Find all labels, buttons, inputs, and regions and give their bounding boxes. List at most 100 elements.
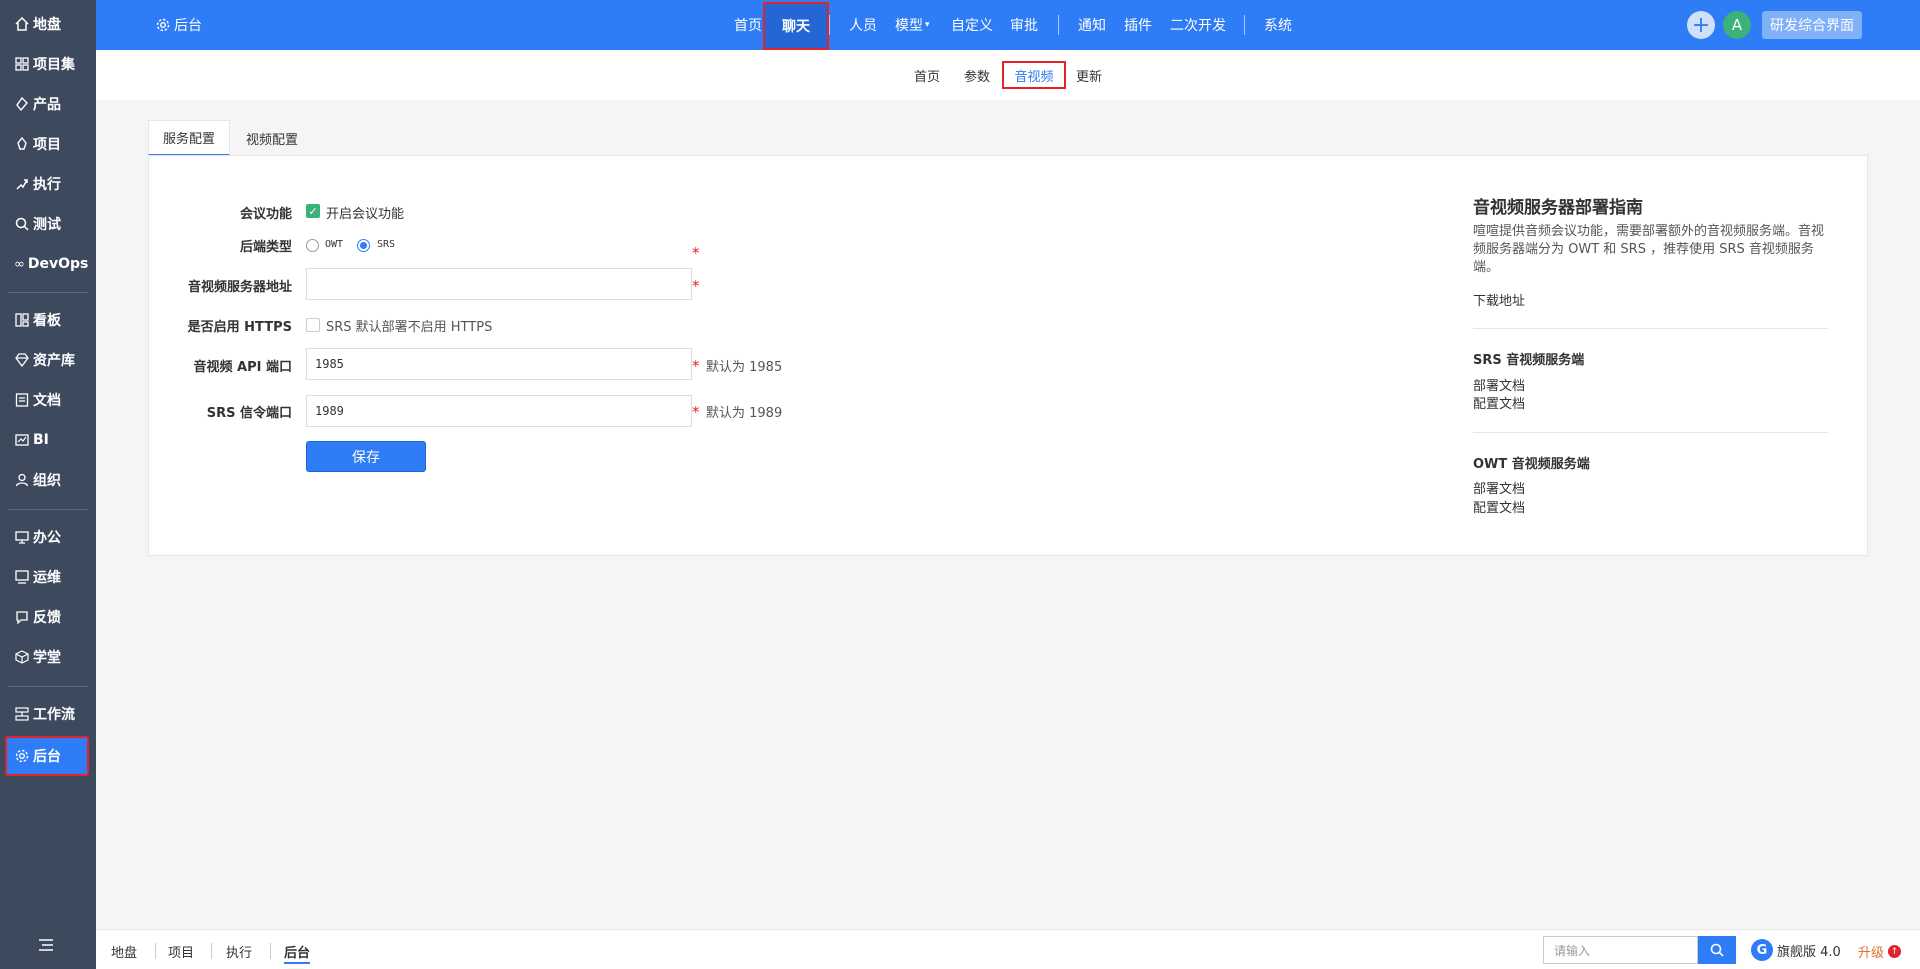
owt-heading: OWT 音视频服务端 bbox=[1473, 457, 1590, 472]
https-checkbox[interactable] bbox=[306, 318, 320, 332]
project-icon bbox=[14, 136, 30, 152]
sidebar-item-devops[interactable]: ∞ DevOps bbox=[6, 247, 88, 281]
search-input[interactable]: 请输入 bbox=[1543, 936, 1698, 964]
sidebar-divider bbox=[8, 292, 88, 293]
sidebar-divider bbox=[8, 509, 88, 510]
sidebar-item-org[interactable]: 组织 bbox=[6, 463, 88, 497]
srs-heading: SRS 音视频服务端 bbox=[1473, 353, 1585, 368]
bottom-bar: 地盘 项目 执行 后台 请输入 G 旗舰版 4.0 升级 ↑ bbox=[96, 929, 1920, 969]
sidebar-item-dashboard[interactable]: 地盘 bbox=[6, 7, 88, 41]
subnav-updates[interactable]: 更新 bbox=[1076, 66, 1102, 85]
upgrade-link[interactable]: 升级 ↑ bbox=[1858, 942, 1902, 961]
breadcrumb-dashboard[interactable]: 地盘 bbox=[111, 942, 137, 961]
product-icon bbox=[14, 96, 30, 112]
required-mark: * bbox=[692, 403, 700, 421]
backend-option-owt: OWT bbox=[325, 239, 344, 250]
guide-divider bbox=[1473, 328, 1828, 329]
diamond-icon bbox=[14, 352, 30, 368]
search-icon bbox=[1710, 943, 1724, 957]
nav-divider bbox=[1244, 15, 1245, 35]
meeting-label: 会议功能 bbox=[239, 207, 292, 222]
backend-radio-srs[interactable] bbox=[357, 239, 370, 252]
nav-plugins[interactable]: 插件 bbox=[1124, 0, 1152, 50]
sidebar-item-product[interactable]: 产品 bbox=[6, 87, 88, 121]
sidebar: 地盘 项目集 产品 项目 执行 测试 ∞ DevOps 看板 资产库 文档 BI … bbox=[0, 0, 96, 969]
api-port-input[interactable]: 1985 bbox=[306, 348, 692, 380]
chevron-down-icon: ▾ bbox=[925, 20, 930, 30]
sidebar-item-kanban[interactable]: 看板 bbox=[6, 303, 88, 337]
infinity-icon: ∞ bbox=[14, 256, 25, 272]
meeting-checkbox[interactable]: ✓ bbox=[306, 204, 320, 218]
api-port-hint: 默认为 1985 bbox=[706, 360, 783, 375]
sidebar-item-docs[interactable]: 文档 bbox=[6, 383, 88, 417]
guide-title: 音视频服务器部署指南 bbox=[1473, 198, 1643, 218]
sidebar-item-project[interactable]: 项目 bbox=[6, 127, 88, 161]
sidebar-item-feedback[interactable]: 反馈 bbox=[6, 600, 88, 634]
nav-custom[interactable]: 自定义 bbox=[951, 0, 993, 50]
avatar[interactable]: A bbox=[1723, 11, 1751, 39]
required-mark: * bbox=[692, 357, 700, 375]
breadcrumb-divider bbox=[270, 943, 271, 959]
tab-video-config[interactable]: 视频配置 bbox=[236, 120, 308, 156]
breadcrumb-admin[interactable]: 后台 bbox=[284, 942, 311, 964]
nav-notify[interactable]: 通知 bbox=[1078, 0, 1106, 50]
ops-icon bbox=[14, 569, 30, 585]
server-address-input[interactable] bbox=[306, 268, 692, 300]
search-button[interactable] bbox=[1698, 936, 1736, 964]
home-icon bbox=[14, 16, 30, 32]
https-checkbox-text: SRS 默认部署不启用 HTTPS bbox=[326, 320, 493, 335]
subnav-home[interactable]: 首页 bbox=[914, 66, 940, 85]
sidebar-item-bi[interactable]: BI bbox=[6, 423, 88, 457]
sidebar-item-test[interactable]: 测试 bbox=[6, 207, 88, 241]
nav-divider bbox=[1058, 15, 1059, 35]
sidebar-item-workflow[interactable]: 工作流 bbox=[6, 697, 88, 731]
plus-icon[interactable]: + bbox=[1687, 11, 1715, 39]
edition-badge[interactable]: G 旗舰版 4.0 bbox=[1751, 939, 1841, 961]
breadcrumb-divider bbox=[211, 943, 212, 959]
nav-approval[interactable]: 审批 bbox=[1010, 0, 1038, 50]
rd-interface-button[interactable]: 研发综合界面 bbox=[1762, 11, 1862, 39]
chart-icon bbox=[14, 432, 30, 448]
subnav-params[interactable]: 参数 bbox=[964, 66, 990, 85]
owt-config-doc-link[interactable]: 配置文档 bbox=[1473, 497, 1525, 516]
sidebar-item-assets[interactable]: 资产库 bbox=[6, 343, 88, 377]
sidebar-divider bbox=[8, 686, 88, 687]
srs-port-input[interactable]: 1989 bbox=[306, 395, 692, 427]
breadcrumb-execution[interactable]: 执行 bbox=[226, 942, 252, 961]
people-icon bbox=[14, 472, 30, 488]
sidebar-item-admin[interactable]: 后台 bbox=[5, 736, 89, 776]
download-link[interactable]: 下载地址 bbox=[1473, 290, 1525, 309]
backend-label: 后端类型 bbox=[239, 240, 292, 255]
sidebar-item-office[interactable]: 办公 bbox=[6, 520, 88, 554]
nav-system[interactable]: 系统 bbox=[1264, 0, 1292, 50]
sidebar-item-academy[interactable]: 学堂 bbox=[6, 640, 88, 674]
nav-secondary-dev[interactable]: 二次开发 bbox=[1170, 0, 1226, 50]
gear-icon bbox=[156, 18, 170, 32]
backend-radio-owt[interactable] bbox=[306, 239, 319, 252]
guide-divider bbox=[1473, 432, 1828, 433]
srs-port-hint: 默认为 1989 bbox=[706, 406, 783, 421]
nav-model[interactable]: 模型 ▾ bbox=[895, 0, 930, 50]
save-button[interactable]: 保存 bbox=[306, 441, 426, 472]
nav-divider bbox=[829, 15, 830, 35]
nav-home[interactable]: 首页 bbox=[734, 0, 762, 50]
tab-service-config[interactable]: 服务配置 bbox=[148, 120, 230, 156]
admin-home-link[interactable]: 后台 bbox=[156, 15, 202, 35]
grid-icon bbox=[14, 56, 30, 72]
owt-deploy-doc-link[interactable]: 部署文档 bbox=[1473, 478, 1525, 497]
sidebar-item-programs[interactable]: 项目集 bbox=[6, 47, 88, 81]
sidebar-item-execution[interactable]: 执行 bbox=[6, 167, 88, 201]
nav-chat[interactable]: 聊天 bbox=[763, 2, 829, 50]
required-mark: * bbox=[692, 244, 700, 262]
subnav-av[interactable]: 音视频 bbox=[1002, 61, 1066, 89]
srs-deploy-doc-link[interactable]: 部署文档 bbox=[1473, 375, 1525, 394]
menu-toggle-icon[interactable] bbox=[38, 936, 54, 957]
breadcrumb-project[interactable]: 项目 bbox=[168, 942, 194, 961]
doc-icon bbox=[14, 392, 30, 408]
top-navbar: 后台 首页 聊天 人员 模型 ▾ 自定义 审批 通知 插件 二次开发 系统 + A… bbox=[96, 0, 1920, 50]
upgrade-icon: ↑ bbox=[1888, 945, 1902, 958]
srs-config-doc-link[interactable]: 配置文档 bbox=[1473, 393, 1525, 412]
logo-icon: G bbox=[1751, 939, 1773, 961]
sidebar-item-ops[interactable]: 运维 bbox=[6, 560, 88, 594]
nav-people[interactable]: 人员 bbox=[849, 0, 877, 50]
